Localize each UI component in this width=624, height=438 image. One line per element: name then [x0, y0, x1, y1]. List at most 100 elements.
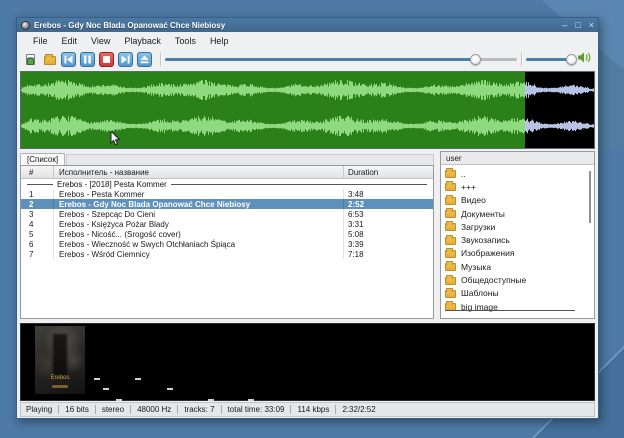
column-header-number[interactable]: # — [21, 166, 54, 178]
playlist-tabstrip: [Список] — [20, 151, 434, 165]
menu-item[interactable]: Tools — [168, 34, 203, 48]
folder-icon — [445, 263, 456, 271]
close-button[interactable]: × — [589, 21, 594, 30]
menu-item[interactable]: Edit — [55, 34, 85, 48]
waveform-seekbar[interactable] — [20, 71, 595, 149]
folder-item[interactable]: big image — [441, 300, 594, 313]
statusbar: Playing16 bitsstereo48000 Hztracks: 7tot… — [20, 402, 595, 417]
volume-handle[interactable] — [566, 54, 577, 65]
file-browser-current-dir: user — [441, 152, 594, 165]
speaker-icon — [577, 51, 592, 69]
playlist-track-row[interactable]: 1 Erebos - Pesta Kommer 3:48 — [21, 189, 433, 199]
folder-item[interactable]: Изображения — [441, 247, 594, 260]
playlist-rows: 1 Erebos - Pesta Kommer 3:48 2 Erebos - … — [21, 189, 433, 259]
folder-item[interactable]: Общедоступные — [441, 273, 594, 286]
spectrum-peak — [94, 378, 100, 380]
status-segment: 16 bits — [58, 405, 89, 414]
volume-slider[interactable] — [526, 52, 571, 67]
maximize-button[interactable]: □ — [575, 21, 580, 30]
track-title: Erebos - Szepcąc Do Cieni — [54, 209, 344, 219]
status-segment: tracks: 7 — [177, 405, 214, 414]
stop-icon — [102, 55, 111, 64]
column-header-duration[interactable]: Duration — [344, 166, 433, 178]
folder-name: Документы — [461, 209, 505, 219]
folder-name: Общедоступные — [461, 275, 526, 285]
spectrum-peak — [116, 399, 122, 401]
column-header-artist-title[interactable]: Исполнитель - название — [54, 166, 344, 178]
eject-button[interactable] — [137, 52, 152, 67]
folder-name: Загрузки — [461, 222, 495, 232]
volume-track[interactable] — [526, 58, 571, 61]
playlist-tab[interactable]: [Список] — [20, 153, 65, 165]
file-browser-vertical-scrollbar[interactable] — [589, 171, 591, 223]
playlist-track-row[interactable]: 3 Erebos - Szepcąc Do Cieni 6:53 — [21, 209, 433, 219]
playlist-track-row[interactable]: 7 Erebos - Wśród Ciemnicy 7:18 — [21, 249, 433, 259]
album-art: Erebos — [35, 326, 85, 394]
titlebar[interactable]: Erebos - Gdy Noc Blada Opanować Chce Nie… — [17, 18, 598, 32]
folder-item[interactable]: Документы — [441, 207, 594, 220]
add-folder-button[interactable] — [42, 52, 57, 67]
menu-item[interactable]: File — [26, 34, 55, 48]
folder-icon — [445, 197, 456, 205]
status-segment: 48000 Hz — [130, 405, 171, 414]
album-art-title-text — [52, 385, 68, 388]
playlist-track-row[interactable]: 2 Erebos - Gdy Noc Blada Opanować Chce N… — [21, 199, 433, 209]
folder-icon — [445, 250, 456, 258]
track-number: 4 — [21, 219, 54, 229]
file-browser-pane: user .. +++ — [440, 151, 595, 319]
spectrum-peak — [103, 388, 109, 390]
tabstrip-empty-area[interactable] — [66, 154, 434, 165]
playlist-track-row[interactable]: 6 Erebos - Wieczność w Swych Otchłaniach… — [21, 239, 433, 249]
status-segment: Playing — [26, 405, 52, 414]
folder-icon — [445, 290, 456, 298]
seek-handle[interactable] — [470, 54, 481, 65]
toolbar-separator — [160, 53, 161, 66]
seek-track[interactable] — [165, 58, 517, 61]
spectrum-peak — [208, 399, 214, 401]
track-title: Erebos - Wśród Ciemnicy — [54, 249, 344, 259]
track-title: Erebos - Księżyca Pożar Blady — [54, 219, 344, 229]
folder-icon — [445, 210, 456, 218]
folder-item[interactable]: Видео — [441, 194, 594, 207]
track-number: 1 — [21, 189, 54, 199]
track-duration: 5:08 — [344, 229, 433, 239]
file-browser-list: .. +++ Видео — [441, 165, 594, 318]
track-number: 7 — [21, 249, 54, 259]
playlist-track-row[interactable]: 4 Erebos - Księżyca Pożar Blady 3:31 — [21, 219, 433, 229]
pause-button[interactable] — [80, 52, 95, 67]
previous-button[interactable] — [61, 52, 76, 67]
toolbar-separator — [521, 53, 522, 66]
menu-item[interactable]: View — [84, 34, 117, 48]
add-file-button[interactable] — [23, 52, 38, 67]
toolbar — [20, 50, 595, 69]
folder-item[interactable]: Шаблоны — [441, 287, 594, 300]
track-duration: 3:48 — [344, 189, 433, 199]
folder-item[interactable]: .. — [441, 167, 594, 180]
status-segment: 114 kbps — [290, 405, 329, 414]
folder-icon — [445, 170, 456, 178]
track-number: 3 — [21, 209, 54, 219]
playlist: # Исполнитель - название Duration Erebos… — [20, 165, 434, 319]
next-icon — [121, 55, 130, 64]
waveform-svg — [21, 72, 594, 148]
menu-item[interactable]: Help — [203, 34, 236, 48]
next-button[interactable] — [118, 52, 133, 67]
playlist-track-row[interactable]: 5 Erebos - Nicość... (Srogość cover) 5:0… — [21, 229, 433, 239]
folder-item[interactable]: Звукозапись — [441, 233, 594, 246]
status-segment: 2:32/2:52 — [335, 405, 375, 414]
folder-item[interactable]: Музыка — [441, 260, 594, 273]
folder-icon — [445, 183, 456, 191]
folder-item[interactable]: Загрузки — [441, 220, 594, 233]
track-number: 2 — [21, 199, 54, 209]
file-browser-horizontal-scrollbar[interactable] — [445, 310, 575, 311]
minimize-button[interactable]: – — [562, 21, 567, 30]
spectrum-peak — [135, 378, 141, 380]
folder-name: Музыка — [461, 262, 491, 272]
folder-item[interactable]: +++ — [441, 180, 594, 193]
stop-button[interactable] — [99, 52, 114, 67]
folder-icon — [445, 223, 456, 231]
track-duration: 6:53 — [344, 209, 433, 219]
seek-slider[interactable] — [165, 52, 517, 67]
menu-item[interactable]: Playback — [117, 34, 168, 48]
track-title: Erebos - Gdy Noc Blada Opanować Chce Nie… — [54, 199, 344, 209]
